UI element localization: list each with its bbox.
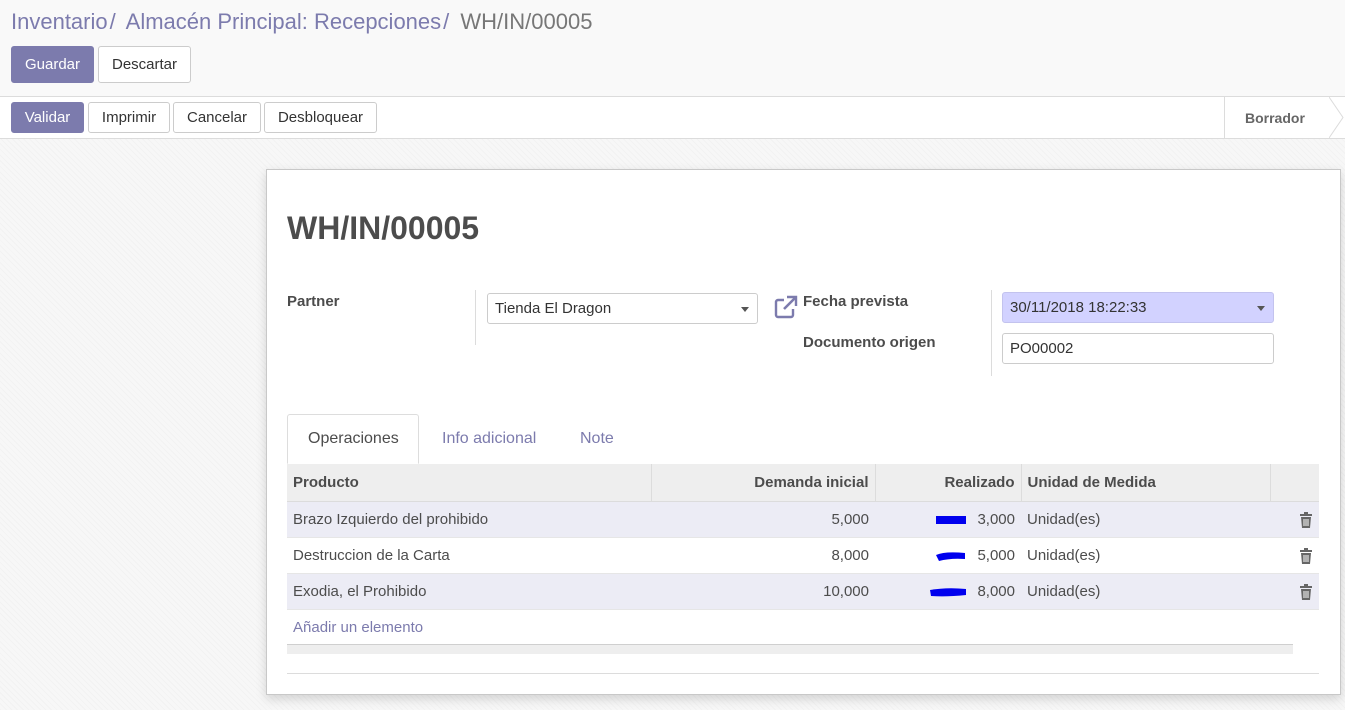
cell-done-value: 3,000 [977,510,1015,528]
status-stage-draft[interactable]: Borrador [1224,97,1345,138]
cell-demand[interactable]: 10,000 [651,573,875,610]
separator [475,290,476,345]
operations-table: Producto Demanda inicial Realizado Unida… [287,464,1319,645]
breadcrumb-separator: / [443,9,450,34]
cell-product[interactable]: Destruccion de la Carta [287,537,651,574]
table-footer [287,644,1293,654]
column-header-uom[interactable]: Unidad de Medida [1021,464,1271,502]
external-link-icon[interactable] [773,294,799,320]
redaction-scribble [936,515,967,524]
table-header-row: Producto Demanda inicial Realizado Unida… [287,464,1319,502]
trash-icon[interactable] [1299,511,1313,528]
caret-down-icon[interactable] [1257,306,1265,311]
redaction-scribble [936,551,966,561]
scheduled-date-field[interactable]: 30/11/2018 18:22:33 [1002,292,1274,323]
column-header-demand[interactable]: Demanda inicial [651,464,876,502]
control-panel: Inventario/ Almacén Principal: Recepcion… [0,0,1345,97]
cell-done-value: 8,000 [977,582,1015,600]
column-header-empty [1270,464,1319,502]
statusbar: Validar Imprimir Cancelar Desbloquear Bo… [0,97,1345,139]
table-row[interactable]: Exodia, el Prohibido 10,000 8,000 Unidad… [287,573,1319,610]
cell-uom[interactable]: Unidad(es) [1021,573,1270,610]
cancel-button[interactable]: Cancelar [173,102,261,133]
cell-done[interactable]: 8,000 [875,573,1021,610]
column-header-product[interactable]: Producto [287,464,652,502]
breadcrumb-separator: / [109,9,116,34]
tab-info-adicional[interactable]: Info adicional [422,414,556,464]
cell-uom[interactable]: Unidad(es) [1021,537,1270,574]
partner-value: Tienda El Dragon [495,300,612,317]
cell-product[interactable]: Exodia, el Prohibido [287,573,651,610]
trash-icon[interactable] [1299,547,1313,564]
breadcrumb-item-inventario[interactable]: Inventario [11,9,108,34]
cell-product[interactable]: Brazo Izquierdo del prohibido [287,501,651,538]
tab-operaciones[interactable]: Operaciones [287,414,419,464]
cell-done[interactable]: 5,000 [875,537,1021,574]
discard-button[interactable]: Descartar [98,46,191,83]
origin-field[interactable]: PO00002 [1002,333,1274,364]
trash-icon[interactable] [1299,583,1313,600]
cell-demand[interactable]: 8,000 [651,537,875,574]
cell-done[interactable]: 3,000 [875,501,1021,538]
page-title: WH/IN/00005 [287,210,480,246]
partner-label: Partner [287,293,340,310]
table-row[interactable]: Destruccion de la Carta 8,000 5,000 Unid… [287,537,1319,574]
table-row[interactable]: Brazo Izquierdo del prohibido 5,000 3,00… [287,501,1319,538]
status-stage-label: Borrador [1245,109,1305,126]
separator [287,673,1319,674]
redaction-scribble [930,587,967,596]
add-line-row: Añadir un elemento [287,609,1319,645]
cell-delete [1270,537,1319,574]
origin-label: Documento origen [803,334,936,351]
breadcrumb-item-recepciones[interactable]: Almacén Principal: Recepciones [126,9,442,34]
cell-uom[interactable]: Unidad(es) [1021,501,1270,538]
cell-demand[interactable]: 5,000 [651,501,875,538]
cell-delete [1270,501,1319,538]
unlock-button[interactable]: Desbloquear [264,102,377,133]
column-header-done[interactable]: Realizado [875,464,1022,502]
print-button[interactable]: Imprimir [88,102,170,133]
scheduled-date-label: Fecha prevista [803,293,909,310]
save-button[interactable]: Guardar [11,46,94,83]
partner-select[interactable]: Tienda El Dragon [487,293,758,324]
validate-button[interactable]: Validar [11,102,84,133]
add-line-link[interactable]: Añadir un elemento [293,619,423,636]
stage-arrow-icon [1329,97,1344,138]
origin-value: PO00002 [1010,340,1074,357]
caret-down-icon[interactable] [741,307,749,312]
tab-note[interactable]: Note [560,414,634,464]
cell-delete [1270,573,1319,610]
scheduled-date-value: 30/11/2018 18:22:33 [1010,299,1147,316]
form-sheet: WH/IN/00005 Partner Tienda El Dragon Fec… [266,169,1341,695]
breadcrumb: Inventario/ Almacén Principal: Recepcion… [11,9,592,37]
breadcrumb-current: WH/IN/00005 [460,9,593,34]
separator [991,290,992,376]
cell-done-value: 5,000 [977,546,1015,564]
